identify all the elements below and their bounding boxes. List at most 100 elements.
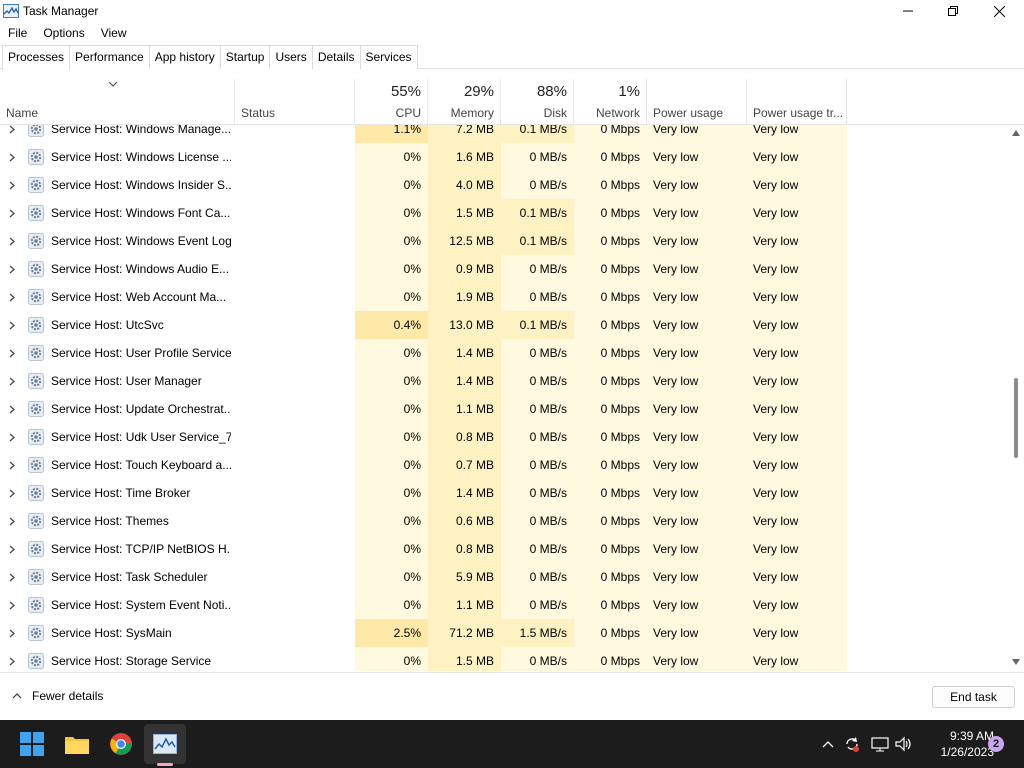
table-row[interactable]: Service Host: System Event Noti... 0% 1.1 … [0, 591, 1008, 619]
column-power-usage[interactable]: Power usage [647, 79, 747, 125]
column-cpu-label: CPU [395, 106, 421, 120]
table-row[interactable]: Service Host: Windows License ... 0% 1.6 M… [0, 143, 1008, 171]
tab-app-history[interactable]: App history [148, 45, 221, 69]
column-header: Name Status 55% CPU 29% Memory 88% Disk … [0, 79, 1024, 125]
table-row[interactable]: Service Host: TCP/IP NetBIOS H... 0% 0.8 M… [0, 535, 1008, 563]
clock[interactable]: 9:39 AM 1/26/2023 [918, 728, 994, 760]
task-manager-button[interactable] [149, 728, 181, 760]
disk-value: 0 MB/s [529, 486, 567, 500]
column-network[interactable]: 1% Network [574, 79, 647, 125]
table-row[interactable]: Service Host: Time Broker 0% 1.4 MB 0 MB/s 0… [0, 479, 1008, 507]
file-explorer-button[interactable] [61, 728, 93, 760]
column-disk[interactable]: 88% Disk [501, 79, 574, 125]
table-row[interactable]: Service Host: Windows Event Log 0% 12.5 MB… [0, 227, 1008, 255]
process-name: Service Host: Windows Insider S... [51, 178, 231, 192]
scroll-up-icon[interactable] [1012, 130, 1020, 136]
notification-badge[interactable]: 2 [988, 736, 1004, 752]
show-hidden-icons-button[interactable] [818, 734, 838, 754]
table-row[interactable]: Service Host: Udk User Service_7... 0% 0.8… [0, 423, 1008, 451]
chrome-button[interactable] [105, 728, 137, 760]
power-usage-value: Very low [653, 262, 699, 276]
chevron-right-icon[interactable] [9, 349, 15, 358]
tab-services[interactable]: Services [359, 45, 418, 69]
scroll-thumb[interactable] [1014, 378, 1018, 458]
process-name: Service Host: SysMain [51, 626, 172, 640]
menu-file[interactable]: File [0, 23, 35, 43]
table-row[interactable]: Service Host: Windows Audio E... 0% 0.9 MB… [0, 255, 1008, 283]
table-row[interactable]: Service Host: User Profile Service 0% 1.4 … [0, 339, 1008, 367]
minimize-button[interactable] [885, 0, 931, 22]
chevron-right-icon[interactable] [9, 489, 15, 498]
table-row[interactable]: Service Host: User Manager 0% 1.4 MB 0 MB/s… [0, 367, 1008, 395]
scroll-down-icon[interactable] [1012, 659, 1020, 665]
power-trend-value: Very low [753, 486, 799, 500]
tab-users[interactable]: Users [269, 45, 313, 69]
table-row[interactable]: Service Host: UtcSvc 0.4% 13.0 MB 0.1 MB/s 0… [0, 311, 1008, 339]
start-button[interactable] [16, 728, 48, 760]
chevron-right-icon[interactable] [9, 657, 15, 666]
network-tray-button[interactable] [870, 734, 890, 754]
menu-view[interactable]: View [93, 23, 135, 43]
end-task-button[interactable]: End task [932, 686, 1015, 708]
chevron-right-icon[interactable] [9, 433, 15, 442]
disk-value: 0 MB/s [529, 430, 567, 444]
sync-tray-button[interactable] [842, 734, 862, 754]
fewer-details-label: Fewer details [32, 689, 104, 703]
service-host-icon [28, 569, 44, 585]
chevron-right-icon[interactable] [9, 265, 15, 274]
volume-tray-button[interactable] [894, 734, 914, 754]
chevron-right-icon[interactable] [9, 461, 15, 470]
fewer-details-button[interactable]: Fewer details [12, 689, 103, 703]
table-row[interactable]: Service Host: Task Scheduler 0% 5.9 MB 0 MB… [0, 563, 1008, 591]
network-value: 0 Mbps [600, 486, 640, 500]
file-explorer-icon [65, 737, 89, 754]
table-row[interactable]: Service Host: Touch Keyboard a... 0% 0.7 M… [0, 451, 1008, 479]
chevron-right-icon[interactable] [9, 573, 15, 582]
tab-details[interactable]: Details [311, 45, 361, 69]
power-usage-value: Very low [653, 402, 699, 416]
process-name: Service Host: Web Account Ma... [51, 290, 227, 304]
tab-performance[interactable]: Performance [69, 45, 150, 69]
chevron-right-icon[interactable] [9, 181, 15, 190]
tab-processes[interactable]: Processes [2, 45, 71, 70]
chevron-right-icon[interactable] [9, 405, 15, 414]
column-memory[interactable]: 29% Memory [428, 79, 501, 125]
restore-button[interactable] [930, 0, 976, 22]
chevron-right-icon[interactable] [9, 237, 15, 246]
table-row[interactable]: Service Host: Update Orchestrat... 0% 1.1 … [0, 395, 1008, 423]
table-row[interactable]: Service Host: Web Account Ma... 0% 1.9 MB 0… [0, 283, 1008, 311]
table-row[interactable]: Service Host: Themes 0% 0.6 MB 0 MB/s 0 Mbps… [0, 507, 1008, 535]
chevron-right-icon[interactable] [9, 153, 15, 162]
chevron-right-icon[interactable] [9, 209, 15, 218]
table-row[interactable]: Service Host: Storage Service 0% 1.5 MB 0 M… [0, 647, 1008, 671]
disk-value: 0 MB/s [529, 290, 567, 304]
column-name[interactable]: Name [0, 79, 235, 125]
tab-startup[interactable]: Startup [219, 45, 271, 69]
power-trend-value: Very low [753, 178, 799, 192]
disk-value: 0 MB/s [529, 262, 567, 276]
close-button[interactable] [976, 0, 1022, 22]
column-cpu[interactable]: 55% CPU [355, 79, 428, 125]
disk-value: 0 MB/s [529, 178, 567, 192]
column-disk-label: Disk [543, 106, 567, 120]
column-status[interactable]: Status [235, 79, 355, 125]
chevron-right-icon[interactable] [9, 545, 15, 554]
table-row[interactable]: Service Host: Windows Insider S... 0% 4.0 … [0, 171, 1008, 199]
chevron-right-icon[interactable] [9, 601, 15, 610]
vertical-scrollbar[interactable] [1008, 125, 1024, 671]
chevron-right-icon[interactable] [9, 377, 15, 386]
memory-value: 1.5 MB [455, 654, 494, 668]
column-power-trend[interactable]: Power usage tr... [747, 79, 847, 125]
power-trend-value: Very low [753, 654, 799, 668]
table-row[interactable]: Service Host: SysMain 2.5% 71.2 MB 1.5 MB/s… [0, 619, 1008, 647]
chevron-right-icon[interactable] [9, 629, 15, 638]
chevron-right-icon[interactable] [9, 125, 15, 134]
table-row[interactable]: Service Host: Windows Font Ca... 0% 1.5 MB… [0, 199, 1008, 227]
process-name: Service Host: Storage Service [51, 654, 212, 668]
chevron-right-icon[interactable] [9, 321, 15, 330]
menu-options[interactable]: Options [35, 23, 92, 43]
power-trend-value: Very low [753, 402, 799, 416]
chevron-right-icon[interactable] [9, 517, 15, 526]
table-row[interactable]: Service Host: Windows Manage... 1.1% 7.2 M… [0, 125, 1008, 143]
chevron-right-icon[interactable] [9, 293, 15, 302]
